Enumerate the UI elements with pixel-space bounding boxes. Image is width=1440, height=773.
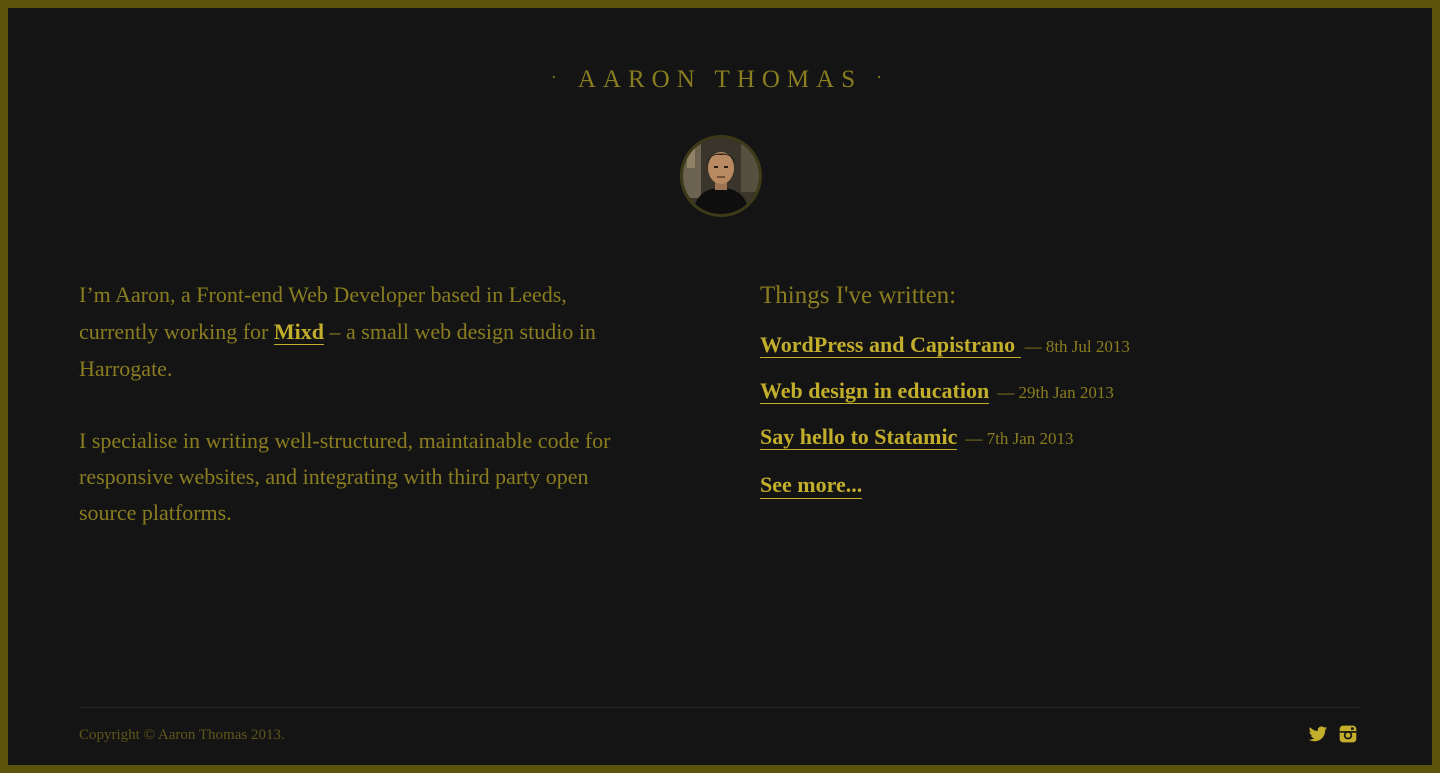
title-dot-right: · bbox=[876, 67, 890, 87]
twitter-icon[interactable] bbox=[1308, 724, 1328, 744]
see-more-link[interactable]: See more... bbox=[760, 472, 863, 499]
writing-heading: Things I've written: bbox=[760, 282, 957, 309]
post-date: — 7th Jan 2013 bbox=[965, 429, 1074, 448]
post-date: — 29th Jan 2013 bbox=[997, 383, 1114, 402]
instagram-icon[interactable] bbox=[1338, 724, 1358, 744]
post-list: WordPress and Capistrano — 8th Jul 2013 … bbox=[760, 332, 1320, 470]
site-title[interactable]: · AARON THOMAS · bbox=[8, 66, 1432, 94]
avatar-photo bbox=[683, 138, 759, 214]
list-item: Say hello to Statamic — 7th Jan 2013 bbox=[760, 424, 1320, 470]
footer-divider bbox=[79, 707, 1360, 708]
bio: I’m Aaron, a Front-end Web Developer bas… bbox=[79, 276, 649, 531]
avatar bbox=[680, 135, 762, 217]
post-link-say-hello-statamic[interactable]: Say hello to Statamic bbox=[760, 424, 958, 450]
list-item: Web design in education — 29th Jan 2013 bbox=[760, 378, 1320, 424]
list-item: WordPress and Capistrano — 8th Jul 2013 bbox=[760, 332, 1320, 378]
post-link-web-design-education[interactable]: Web design in education bbox=[760, 378, 990, 404]
copyright-text: Copyright © Aaron Thomas 2013. bbox=[79, 727, 285, 743]
writing-section: Things I've written: WordPress and Capis… bbox=[760, 280, 1320, 499]
post-date: — 8th Jul 2013 bbox=[1024, 337, 1130, 356]
post-link-wordpress-capistrano[interactable]: WordPress and Capistrano bbox=[760, 332, 1021, 358]
social-links bbox=[1308, 724, 1358, 744]
mixd-link[interactable]: Mixd bbox=[273, 319, 325, 345]
bio-paragraph-specialise: I specialise in writing well-structured,… bbox=[79, 428, 611, 525]
site-title-text[interactable]: AARON THOMAS bbox=[578, 66, 862, 93]
title-dot-left: · bbox=[550, 67, 564, 87]
page-frame: · AARON THOMAS · I’m Aaron, a Front-end We… bbox=[8, 8, 1432, 765]
bio-paragraph-intro: I’m Aaron, a Front-end Web Developer bas… bbox=[79, 276, 649, 387]
